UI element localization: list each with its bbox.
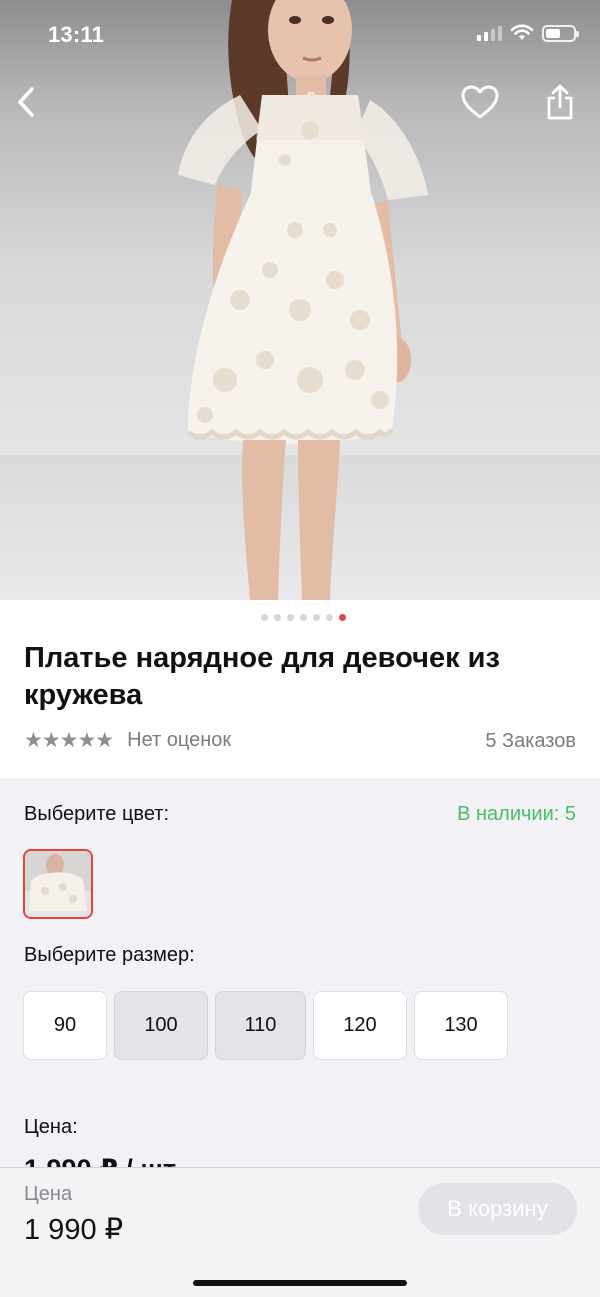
rating-stars-icon: ★★★★★: [24, 729, 114, 752]
color-swatch-selected[interactable]: [23, 849, 93, 919]
product-title: Платье нарядное для девочек из кружева: [24, 642, 500, 711]
pager-dot: [260, 614, 268, 621]
size-option-120[interactable]: 120: [313, 991, 407, 1060]
size-options: 90 100 110 120 130: [23, 991, 508, 1060]
bottom-price-value: 1 990 ₽: [24, 1214, 124, 1246]
pager-dot: [325, 614, 333, 621]
pager-dot-active: [338, 614, 346, 621]
pager-dot: [286, 614, 294, 621]
color-label: Выберите цвет:: [24, 803, 170, 825]
battery-icon: [542, 24, 579, 42]
back-button[interactable]: [4, 80, 48, 124]
wifi-icon: [510, 24, 534, 40]
status-bar: 13:11: [0, 0, 600, 70]
rating-text: Нет оценок: [127, 729, 232, 751]
price-value-partial: 1 990 ₽ / шт: [24, 1152, 176, 1168]
stock-status: В наличии: 5: [457, 803, 576, 825]
favorite-button[interactable]: [458, 80, 502, 124]
pager-dot: [299, 614, 307, 621]
heart-icon: [461, 85, 499, 119]
size-option-90[interactable]: 90: [23, 991, 107, 1060]
status-icons: [477, 24, 579, 42]
gallery-pager[interactable]: [0, 614, 600, 621]
product-photo: [178, 0, 428, 600]
bottom-bar: Цена 1 990 ₽ В корзину: [0, 1167, 600, 1297]
pager-dot: [312, 614, 320, 621]
share-icon: [547, 84, 573, 120]
size-option-110[interactable]: 110: [215, 991, 306, 1060]
price-label: Цена:: [24, 1116, 78, 1138]
color-swatch-thumbnail: [25, 851, 91, 917]
add-to-cart-button[interactable]: В корзину: [418, 1183, 577, 1235]
status-time: 13:11: [48, 22, 105, 47]
size-option-130[interactable]: 130: [414, 991, 508, 1060]
home-indicator[interactable]: [193, 1280, 407, 1286]
rating-row[interactable]: ★★★★★ Нет оценок: [24, 728, 231, 753]
size-option-100[interactable]: 100: [114, 991, 208, 1060]
product-screen: 13:11 Платье нарядное для девочек из кру…: [0, 0, 600, 1297]
chevron-left-icon: [18, 87, 34, 117]
size-label: Выберите размер:: [24, 944, 195, 966]
share-button[interactable]: [538, 80, 582, 124]
orders-count: 5 Заказов: [485, 730, 576, 752]
signal-icon: [477, 25, 502, 41]
product-image-gallery[interactable]: 13:11: [0, 0, 600, 600]
product-info: Платье нарядное для девочек из кружева ★…: [0, 600, 600, 778]
bottom-price-label: Цена: [24, 1183, 73, 1205]
pager-dot: [273, 614, 281, 621]
